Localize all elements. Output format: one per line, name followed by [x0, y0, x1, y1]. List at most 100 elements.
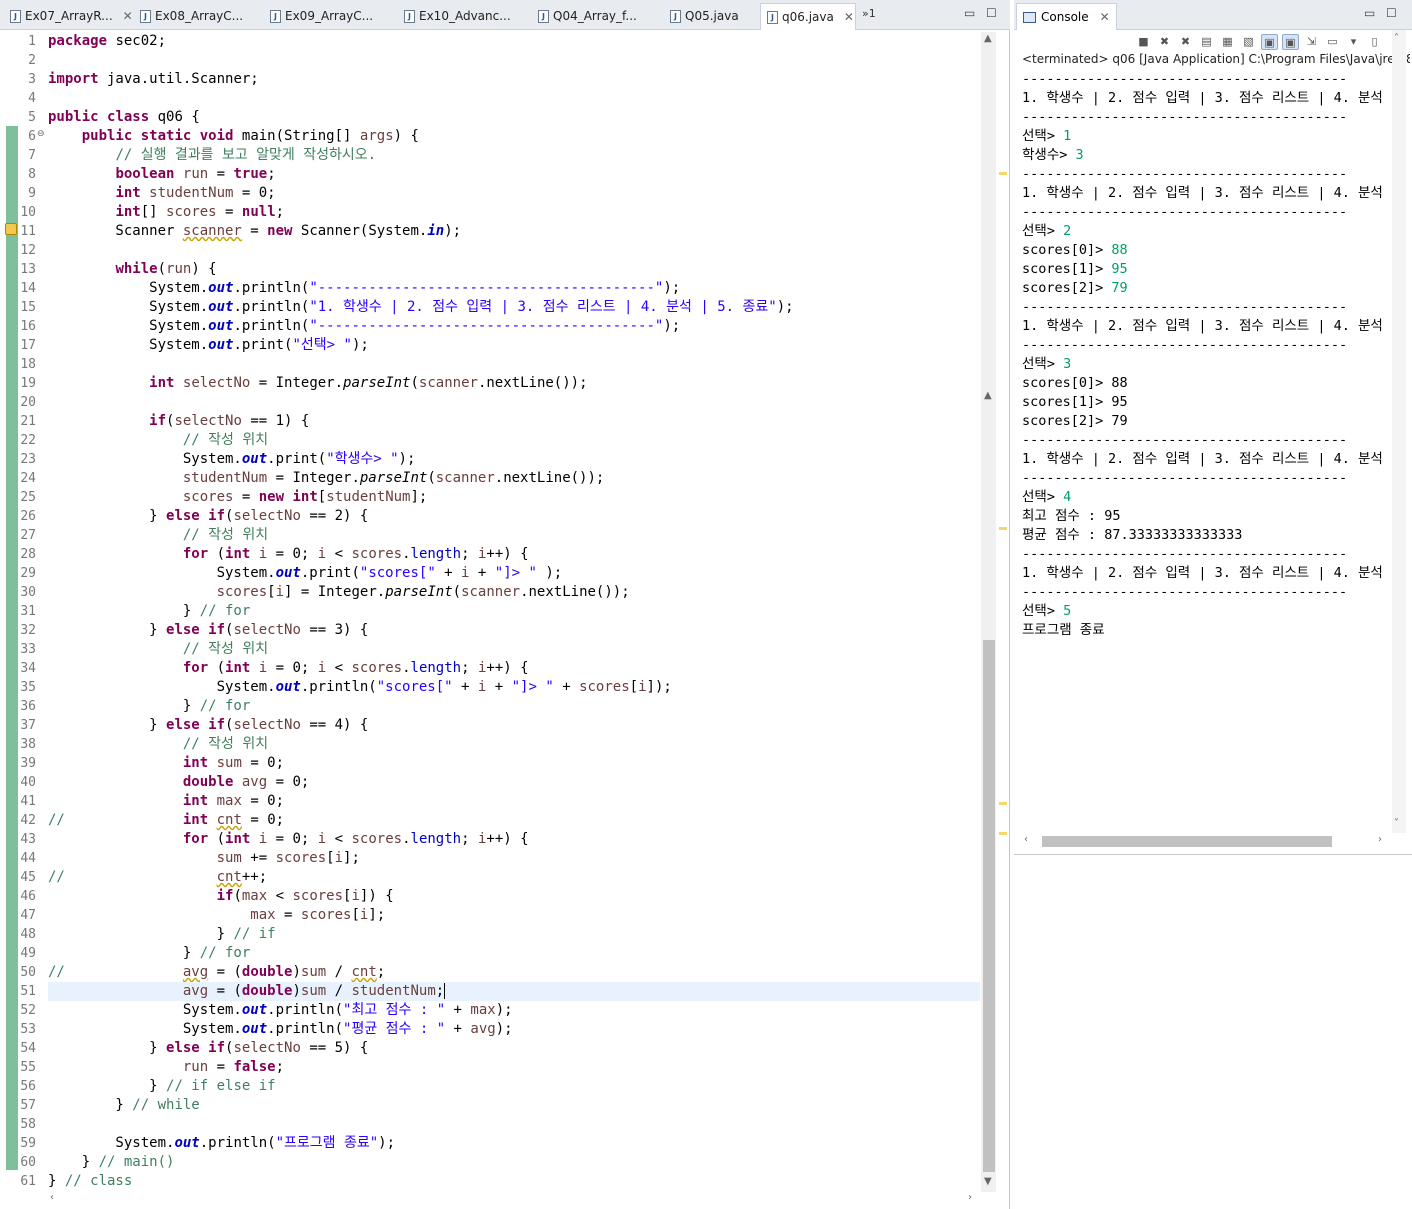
code-line[interactable]: // avg = (double)sum / cnt;: [48, 963, 385, 982]
code-line[interactable]: // 작성 위치: [48, 640, 268, 659]
code-line[interactable]: // 작성 위치: [48, 526, 268, 545]
code-line[interactable]: if(max < scores[i]) {: [48, 887, 394, 906]
code-line[interactable]: scores[i] = Integer.parseInt(scanner.nex…: [48, 583, 630, 602]
code-line[interactable]: } // for: [48, 944, 250, 963]
scroll-left-arrow-icon[interactable]: ‹: [1024, 834, 1028, 845]
code-line[interactable]: // 실행 결과를 보고 알맞게 작성하시오.: [48, 146, 376, 165]
console-output[interactable]: ----------------------------------------…: [1022, 70, 1390, 830]
code-line[interactable]: avg = (double)sum / studentNum;: [48, 982, 980, 1001]
code-line[interactable]: } // while: [48, 1096, 199, 1115]
editor-horizontal-scrollbar[interactable]: ‹ ›: [48, 1192, 980, 1206]
remove-all-terminated-icon[interactable]: ✖: [1177, 34, 1194, 50]
code-line[interactable]: } else if(selectNo == 4) {: [48, 716, 368, 735]
close-icon[interactable]: ✕: [123, 9, 132, 23]
code-line[interactable]: int max = 0;: [48, 792, 284, 811]
code-line[interactable]: System.out.println("--------------------…: [48, 317, 680, 336]
editor-tab[interactable]: J Ex08_ArrayC...: [134, 3, 262, 29]
code-line[interactable]: max = scores[i];: [48, 906, 385, 925]
code-line[interactable]: int studentNum = 0;: [48, 184, 275, 203]
code-line[interactable]: studentNum = Integer.parseInt(scanner.ne…: [48, 469, 604, 488]
scroll-up-arrow-icon[interactable]: ▲: [984, 390, 992, 401]
editor-tab[interactable]: J Q04_Array_f...: [532, 3, 660, 29]
scroll-right-arrow-icon[interactable]: ›: [1378, 834, 1382, 845]
code-line[interactable]: System.out.print("scores[" + i + "]> " )…: [48, 564, 563, 583]
code-line[interactable]: } // for: [48, 697, 250, 716]
overview-warning-mark[interactable]: [999, 172, 1007, 175]
close-icon[interactable]: ✕: [1100, 10, 1110, 24]
code-line[interactable]: System.out.println("평균 점수 : " + avg);: [48, 1020, 513, 1039]
code-line[interactable]: } // if else if: [48, 1077, 275, 1096]
editor-vertical-scrollbar-thumb[interactable]: [983, 640, 995, 1172]
code-line[interactable]: if(selectNo == 1) {: [48, 412, 309, 431]
code-line[interactable]: } // class: [48, 1172, 132, 1191]
code-line[interactable]: double avg = 0;: [48, 773, 309, 792]
chevron-down-icon[interactable]: ▾: [1345, 34, 1362, 50]
code-line[interactable]: run = false;: [48, 1058, 284, 1077]
code-line[interactable]: for (int i = 0; i < scores.length; i++) …: [48, 545, 529, 564]
code-line[interactable]: } // for: [48, 602, 250, 621]
code-line[interactable]: int[] scores = null;: [48, 203, 284, 222]
editor-tab[interactable]: Jq06.java ✕: [760, 3, 856, 30]
code-line[interactable]: } // if: [48, 925, 276, 944]
maximize-icon[interactable]: ☐: [1386, 6, 1397, 20]
code-line[interactable]: System.out.println("최고 점수 : " + max);: [48, 1001, 513, 1020]
code-line[interactable]: boolean run = true;: [48, 165, 275, 184]
code-line[interactable]: System.out.print("학생수> ");: [48, 450, 416, 469]
console-horizontal-scrollbar-thumb[interactable]: [1042, 836, 1332, 847]
scroll-lock-icon[interactable]: ▦: [1219, 34, 1236, 50]
code-line[interactable]: // int cnt = 0;: [48, 811, 284, 830]
scroll-up-arrow-icon[interactable]: ˄: [1394, 33, 1399, 44]
code-line[interactable]: System.out.print("선택> ");: [48, 336, 369, 355]
minimize-icon[interactable]: ▭: [964, 6, 975, 20]
show-on-stderr-icon[interactable]: ▣: [1282, 34, 1299, 50]
scroll-up-arrow-icon[interactable]: ▲: [984, 33, 992, 44]
close-icon[interactable]: ✕: [844, 10, 854, 24]
code-line[interactable]: } else if(selectNo == 2) {: [48, 507, 368, 526]
console-horizontal-scrollbar[interactable]: ‹ ›: [1022, 834, 1390, 848]
terminate-icon[interactable]: ■: [1135, 34, 1152, 50]
code-line[interactable]: System.out.println("scores[" + i + "]> "…: [48, 678, 672, 697]
editor-tab[interactable]: J Ex10_Advanc...: [398, 3, 528, 29]
code-line[interactable]: System.out.println("프로그램 종료");: [48, 1134, 395, 1153]
overview-warning-mark[interactable]: [999, 802, 1007, 805]
code-line[interactable]: for (int i = 0; i < scores.length; i++) …: [48, 830, 529, 849]
show-on-stdout-icon[interactable]: ▣: [1261, 34, 1278, 50]
code-line[interactable]: } else if(selectNo == 5) {: [48, 1039, 368, 1058]
code-line[interactable]: Scanner scanner = new Scanner(System.in)…: [48, 222, 461, 241]
tab-console[interactable]: Console ✕: [1016, 3, 1117, 30]
maximize-icon[interactable]: ☐: [986, 6, 997, 20]
code-line[interactable]: int sum = 0;: [48, 754, 284, 773]
code-line[interactable]: System.out.println("--------------------…: [48, 279, 680, 298]
open-console-icon[interactable]: ▯: [1366, 34, 1383, 50]
code-line[interactable]: // 작성 위치: [48, 735, 268, 754]
remove-launch-icon[interactable]: ✖: [1156, 34, 1173, 50]
scroll-left-arrow-icon[interactable]: ‹: [50, 1192, 54, 1203]
scroll-down-arrow-icon[interactable]: ▼: [984, 1176, 992, 1187]
editor-tab[interactable]: J Q05.java: [664, 3, 754, 29]
overview-warning-mark[interactable]: [999, 527, 1007, 530]
code-line[interactable]: } // main(): [48, 1153, 175, 1172]
word-wrap-icon[interactable]: ▧: [1240, 34, 1257, 50]
scroll-down-arrow-icon[interactable]: ˅: [1394, 818, 1399, 829]
code-line[interactable]: import java.util.Scanner;: [48, 70, 259, 89]
display-console-icon[interactable]: ▭: [1324, 34, 1341, 50]
code-line[interactable]: // 작성 위치: [48, 431, 268, 450]
code-line[interactable]: int selectNo = Integer.parseInt(scanner.…: [48, 374, 587, 393]
console-vertical-scrollbar[interactable]: ˄ ˅: [1392, 30, 1406, 833]
code-line[interactable]: scores = new int[studentNum];: [48, 488, 428, 507]
minimize-icon[interactable]: ▭: [1364, 6, 1375, 20]
code-line[interactable]: } else if(selectNo == 3) {: [48, 621, 368, 640]
code-line[interactable]: public static void main(String[] args) {: [48, 127, 419, 146]
code-line[interactable]: package sec02;: [48, 32, 166, 51]
code-line[interactable]: public class q06 {: [48, 108, 200, 127]
overview-warning-mark[interactable]: [999, 832, 1007, 835]
tab-overflow-button[interactable]: »1: [862, 7, 876, 20]
code-line[interactable]: // cnt++;: [48, 868, 267, 887]
editor-tab[interactable]: J Ex07_ArrayR... ✕: [4, 3, 132, 29]
code-line[interactable]: while(run) {: [48, 260, 216, 279]
scroll-right-arrow-icon[interactable]: ›: [968, 1192, 972, 1203]
fold-collapse-icon[interactable]: ⊖: [37, 129, 45, 139]
pin-console-icon[interactable]: ⇲: [1303, 34, 1320, 50]
editor-tab[interactable]: J Ex09_ArrayC...: [264, 3, 394, 29]
code-line[interactable]: for (int i = 0; i < scores.length; i++) …: [48, 659, 529, 678]
